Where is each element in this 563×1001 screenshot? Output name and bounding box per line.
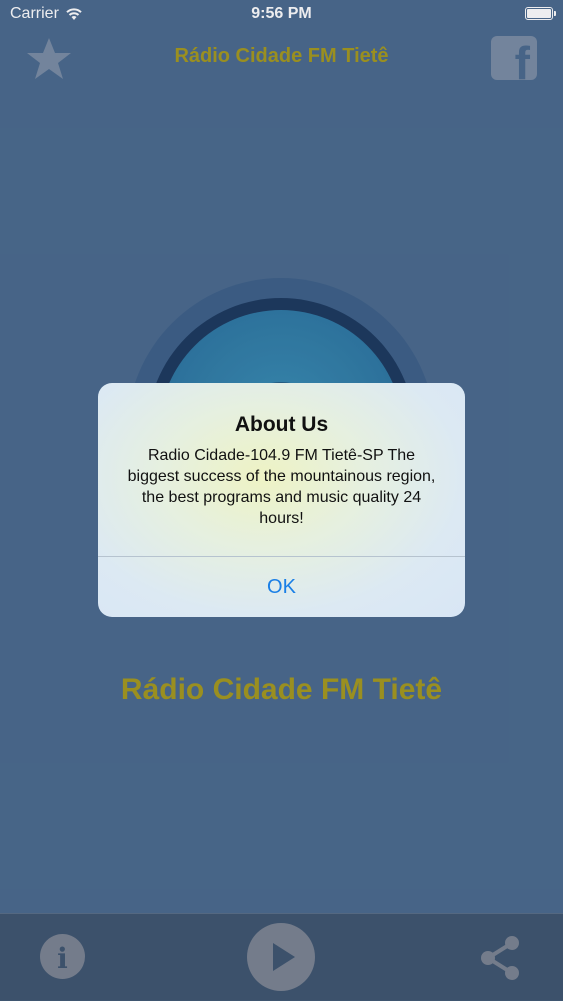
app-screen: Carrier 9:56 PM Rádio Cidade FM Tietê f … <box>0 0 563 1001</box>
ok-button[interactable]: OK <box>98 557 465 617</box>
alert-message: Radio Cidade-104.9 FM Tietê-SP The bigge… <box>127 447 436 527</box>
about-us-alert: About Us Radio Cidade-104.9 FM Tietê-SP … <box>98 383 465 617</box>
alert-title: About Us <box>234 413 329 436</box>
